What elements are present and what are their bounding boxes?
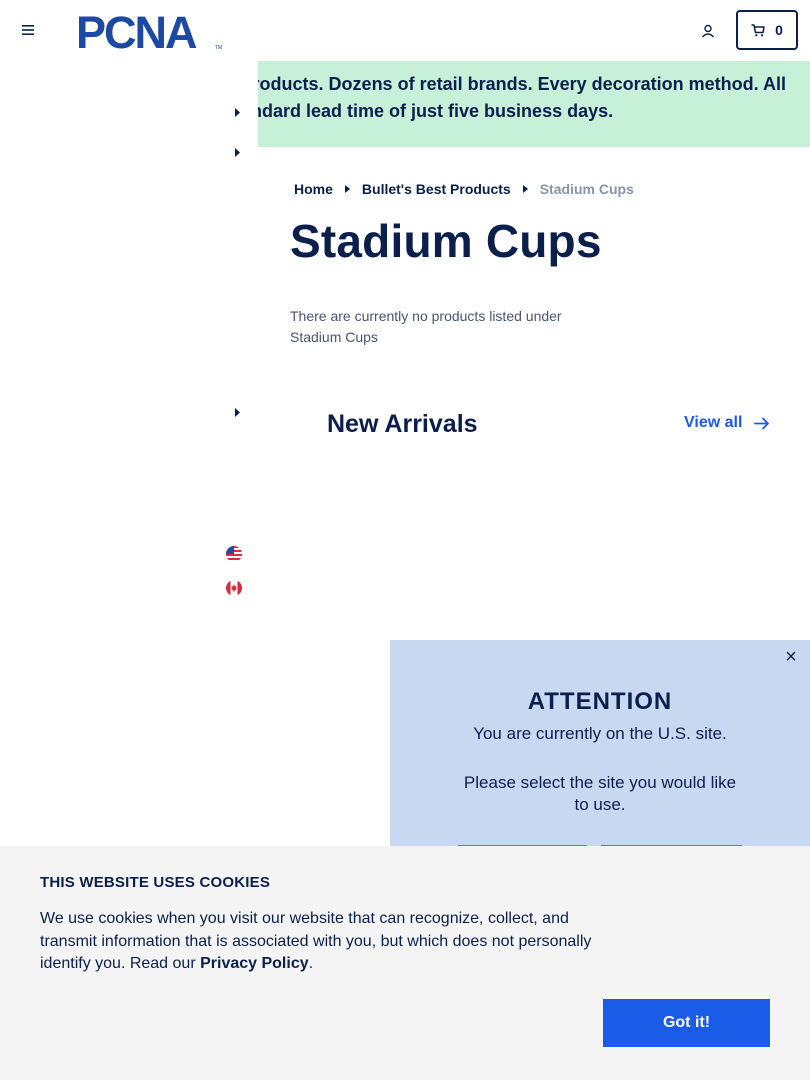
cookie-body-text: We use cookies when you visit our websit… xyxy=(40,910,592,972)
breadcrumb-home[interactable]: Home xyxy=(294,181,333,197)
site-header: PCNA TM 0 xyxy=(0,0,810,61)
menu-button[interactable] xyxy=(18,20,38,40)
cart-count: 0 xyxy=(775,22,783,38)
arrow-right-icon xyxy=(754,417,770,429)
close-icon[interactable]: × xyxy=(782,647,800,667)
breadcrumb-separator-icon xyxy=(522,185,528,193)
svg-text:TM: TM xyxy=(215,45,222,51)
promo-line-2: standard lead time of just five business… xyxy=(258,101,614,121)
promo-text: Products. Dozens of retail brands. Every… xyxy=(258,71,786,125)
cookie-title: THIS WEBSITE USES COOKIES xyxy=(40,874,271,891)
page-title: Stadium Cups xyxy=(290,215,602,267)
svg-text:PCNA: PCNA xyxy=(76,11,197,51)
us-flag-icon[interactable] xyxy=(226,546,242,562)
side-menu-arrow[interactable] xyxy=(232,146,242,158)
caret-right-icon xyxy=(234,107,240,117)
site-selection-modal: × ATTENTION You are currently on the U.S… xyxy=(390,640,810,870)
cookie-body-period: . xyxy=(308,955,314,972)
attention-title: ATTENTION xyxy=(527,688,673,715)
got-it-button[interactable]: Got it! xyxy=(603,999,770,1047)
user-icon xyxy=(701,24,715,38)
side-menu-arrow[interactable] xyxy=(232,106,242,118)
new-arrivals-title: New Arrivals xyxy=(327,410,478,438)
empty-products-message: There are currently no products listed u… xyxy=(290,308,562,345)
caret-right-icon xyxy=(234,407,240,417)
caret-right-icon xyxy=(234,147,240,157)
hamburger-icon xyxy=(22,25,34,35)
account-button[interactable] xyxy=(696,19,720,43)
cookie-body: We use cookies when you visit our websit… xyxy=(40,908,610,976)
view-all-link[interactable]: View all xyxy=(684,414,770,432)
cart-icon xyxy=(751,23,765,36)
breadcrumb: Home Bullet's Best Products Stadium Cups xyxy=(294,181,634,197)
pcna-logo[interactable]: PCNA TM xyxy=(76,11,224,51)
breadcrumb-current: Stadium Cups xyxy=(539,181,634,197)
breadcrumb-separator-icon xyxy=(344,185,350,193)
select-site-text: Please select the site you would like to… xyxy=(463,773,737,814)
canada-flag-icon[interactable] xyxy=(226,580,242,596)
privacy-policy-link[interactable]: Privacy Policy xyxy=(200,955,309,972)
current-site-text: You are currently on the U.S. site. xyxy=(473,724,727,743)
promo-banner: Products. Dozens of retail brands. Every… xyxy=(258,61,810,147)
breadcrumb-bullets-best[interactable]: Bullet's Best Products xyxy=(362,181,511,197)
cart-button[interactable]: 0 xyxy=(736,10,798,50)
promo-line-1: Products. Dozens of retail brands. Every… xyxy=(258,74,786,94)
view-all-label: View all xyxy=(684,414,743,431)
cookie-banner: THIS WEBSITE USES COOKIES We use cookies… xyxy=(0,846,810,1080)
side-menu-arrow[interactable] xyxy=(232,406,242,418)
